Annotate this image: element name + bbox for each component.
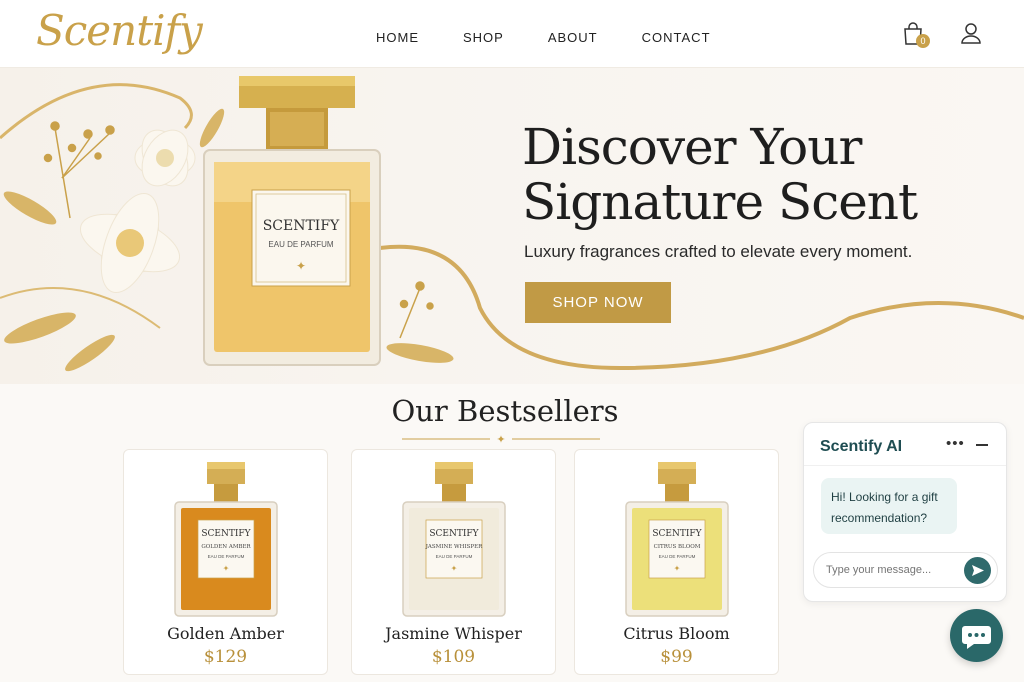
more-options-icon[interactable]: ••• <box>946 435 965 452</box>
chat-launcher-button[interactable] <box>950 609 1003 662</box>
nav-home[interactable]: HOME <box>376 30 419 45</box>
main-nav: HOME SHOP ABOUT CONTACT <box>376 30 755 45</box>
chat-message: Hi! Looking for a gift recommendation? <box>821 478 957 534</box>
product-name[interactable]: Citrus Bloom <box>575 624 778 643</box>
product-name[interactable]: Golden Amber <box>124 624 327 643</box>
product-card[interactable]: SCENTIFY CITRUS BLOOM EAU DE PARFUM ✦ Ci… <box>574 449 779 675</box>
product-card[interactable]: SCENTIFY GOLDEN AMBER EAU DE PARFUM ✦ Go… <box>123 449 328 675</box>
shop-now-button[interactable]: SHOP NOW <box>525 282 671 323</box>
product-price: $129 <box>203 647 248 667</box>
send-button[interactable] <box>964 557 991 584</box>
logo[interactable]: Scentify <box>36 6 203 55</box>
product-image: SCENTIFY CITRUS BLOOM EAU DE PARFUM ✦ <box>624 462 729 617</box>
product-label-name: GOLDEN AMBER <box>201 544 251 550</box>
minimize-icon[interactable] <box>976 444 988 446</box>
product-label-name: JASMINE WHISPER <box>424 544 482 550</box>
svg-text:✦: ✦ <box>222 564 229 573</box>
chat-title: Scentify AI <box>820 438 903 455</box>
nav-contact[interactable]: CONTACT <box>642 30 711 45</box>
product-label-type: EAU DE PARFUM <box>435 554 472 559</box>
product-label-type: EAU DE PARFUM <box>207 554 244 559</box>
product-label-brand: SCENTIFY <box>652 529 702 539</box>
product-price: $109 <box>431 647 476 667</box>
product-image: SCENTIFY GOLDEN AMBER EAU DE PARFUM ✦ <box>173 462 278 617</box>
ornament-divider: ✦ <box>402 434 600 446</box>
hero-bottle-type: EAU DE PARFUM <box>268 240 334 249</box>
product-label-name: CITRUS BLOOM <box>653 544 700 550</box>
product-label-type: EAU DE PARFUM <box>658 554 695 559</box>
hero-title: Discover Your Signature Scent <box>522 118 918 231</box>
hero-subtitle: Luxury fragrances crafted to elevate eve… <box>524 242 913 261</box>
nav-shop[interactable]: SHOP <box>463 30 504 45</box>
chat-bubble-icon <box>962 626 991 649</box>
svg-text:✦: ✦ <box>496 434 505 446</box>
nav-about[interactable]: ABOUT <box>548 30 598 45</box>
svg-text:✦: ✦ <box>673 564 680 573</box>
hero-title-line2: Signature Scent <box>522 173 918 231</box>
product-name[interactable]: Jasmine Whisper <box>352 624 555 643</box>
chat-widget: Scentify AI ••• Hi! Looking for a gift r… <box>803 422 1007 602</box>
site-header: Scentify HOME SHOP ABOUT CONTACT 0 <box>0 0 1024 68</box>
svg-text:✦: ✦ <box>450 564 457 573</box>
user-icon <box>961 23 981 44</box>
hero-banner: SCENTIFY EAU DE PARFUM ✦ Discover Your S… <box>0 68 1024 384</box>
account-button[interactable] <box>960 22 984 46</box>
product-card[interactable]: SCENTIFY JASMINE WHISPER EAU DE PARFUM ✦… <box>351 449 556 675</box>
product-image: SCENTIFY JASMINE WHISPER EAU DE PARFUM ✦ <box>401 462 506 617</box>
cart-button[interactable]: 0 <box>902 22 930 48</box>
svg-text:✦: ✦ <box>296 259 306 273</box>
hero-bottle-brand: SCENTIFY <box>263 218 340 234</box>
cart-count-badge: 0 <box>916 34 930 48</box>
send-icon <box>972 565 984 576</box>
chat-divider <box>804 465 1006 466</box>
product-label-brand: SCENTIFY <box>201 529 251 539</box>
hero-title-line1: Discover Your <box>522 118 862 176</box>
product-label-brand: SCENTIFY <box>429 529 479 539</box>
product-price: $99 <box>660 647 693 667</box>
